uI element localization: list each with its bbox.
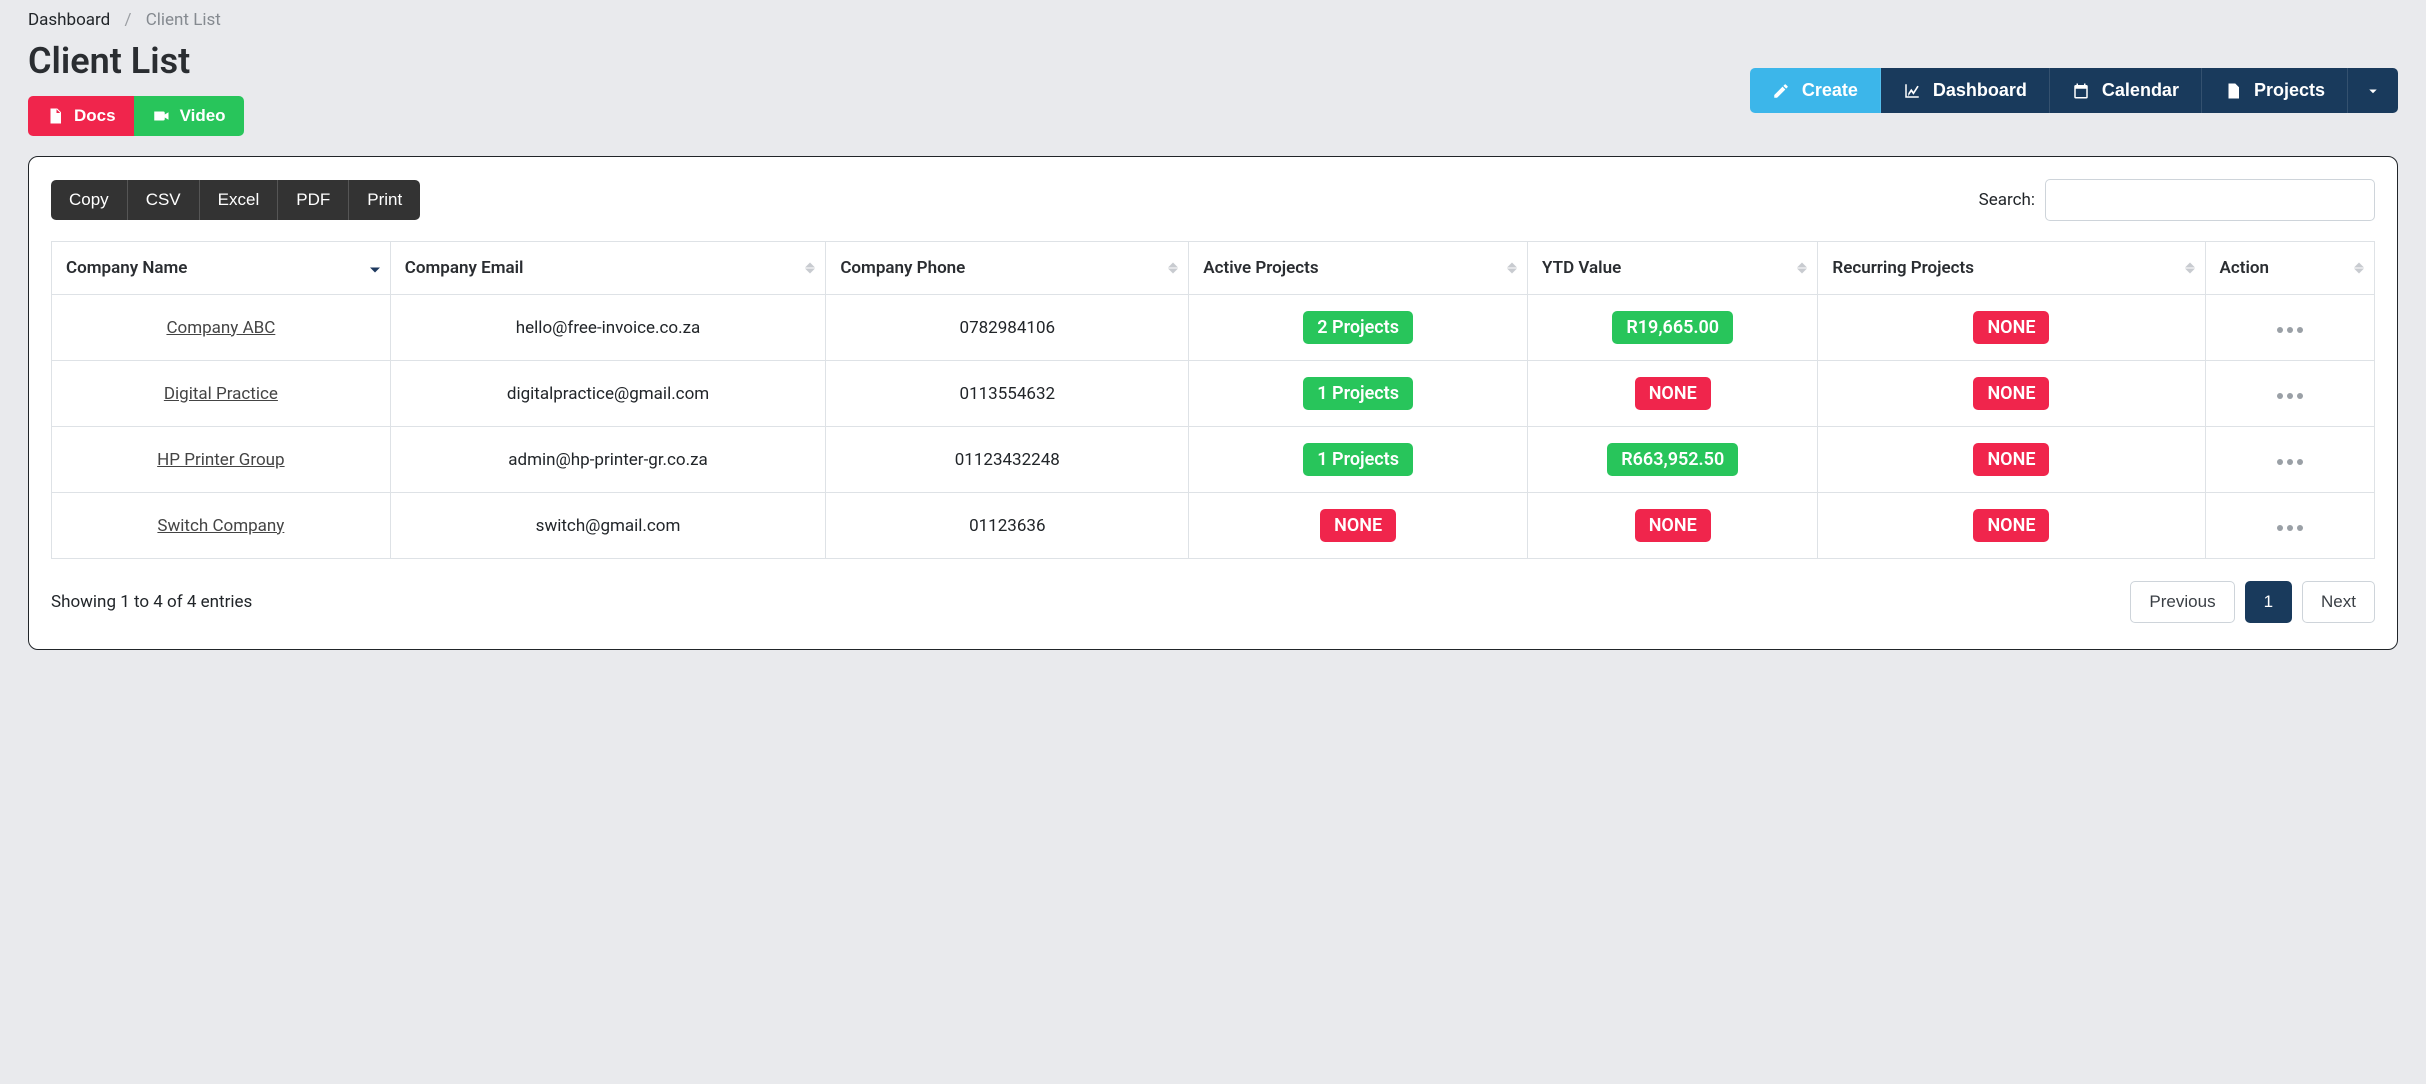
status-badge: NONE (1635, 377, 1711, 410)
table-row: HP Printer Group admin@hp-printer-gr.co.z… (52, 427, 2375, 493)
video-button[interactable]: Video (134, 96, 244, 136)
export-csv-button[interactable]: CSV (128, 180, 200, 220)
breadcrumb: Dashboard / Client List (0, 0, 2426, 38)
column-header-company-name[interactable]: Company Name (52, 242, 391, 295)
company-link[interactable]: Company ABC (166, 318, 275, 338)
status-badge: NONE (1973, 509, 2049, 542)
projects-button[interactable]: Projects (2202, 68, 2348, 113)
video-camera-icon (152, 107, 170, 125)
calendar-button[interactable]: Calendar (2050, 68, 2202, 113)
column-header-company-email[interactable]: Company Email (390, 242, 826, 295)
status-badge: 1 Projects (1303, 443, 1413, 476)
breadcrumb-separator: / (124, 10, 131, 30)
client-list-card: CopyCSVExcelPDFPrint Search: Company Nam… (28, 156, 2398, 650)
table-row: Company ABC hello@free-invoice.co.za07829… (52, 295, 2375, 361)
status-badge: 1 Projects (1303, 377, 1413, 410)
edit-icon (1772, 82, 1790, 100)
sort-icon (2354, 263, 2364, 274)
column-header-active-projects[interactable]: Active Projects (1189, 242, 1528, 295)
company-phone-cell: 01123432248 (826, 427, 1189, 493)
status-badge: R19,665.00 (1612, 311, 1733, 344)
video-button-label: Video (180, 106, 226, 126)
company-link[interactable]: Switch Company (157, 516, 284, 536)
create-button[interactable]: Create (1750, 68, 1881, 113)
create-button-label: Create (1802, 80, 1858, 101)
company-email-cell: hello@free-invoice.co.za (390, 295, 826, 361)
status-badge: 2 Projects (1303, 311, 1413, 344)
column-header-company-phone[interactable]: Company Phone (826, 242, 1189, 295)
sort-asc-icon (370, 264, 380, 273)
status-badge: NONE (1973, 311, 2049, 344)
client-table: Company Name Company Email Company Phone… (51, 241, 2375, 559)
status-badge: R663,952.50 (1607, 443, 1738, 476)
company-phone-cell: 01123636 (826, 493, 1189, 559)
sort-icon (1507, 263, 1517, 274)
dashboard-button[interactable]: Dashboard (1881, 68, 2050, 113)
export-print-button[interactable]: Print (349, 180, 420, 220)
calendar-icon (2072, 82, 2090, 100)
table-row: Digital Practice digitalpractice@gmail.co… (52, 361, 2375, 427)
company-link[interactable]: HP Printer Group (157, 450, 284, 470)
more-dropdown-button[interactable] (2348, 68, 2398, 113)
row-actions-menu[interactable] (2277, 327, 2303, 333)
entries-summary: Showing 1 to 4 of 4 entries (51, 592, 252, 612)
status-badge: NONE (1973, 443, 2049, 476)
pagination-previous[interactable]: Previous (2130, 581, 2234, 623)
status-badge: NONE (1635, 509, 1711, 542)
breadcrumb-current: Client List (146, 10, 221, 30)
table-row: Switch Company switch@gmail.com01123636 NO… (52, 493, 2375, 559)
pagination-page-1[interactable]: 1 (2245, 581, 2292, 623)
status-badge: NONE (1973, 377, 2049, 410)
breadcrumb-root[interactable]: Dashboard (28, 10, 110, 30)
export-copy-button[interactable]: Copy (51, 180, 128, 220)
caret-down-icon (2364, 82, 2382, 100)
company-link[interactable]: Digital Practice (164, 384, 278, 404)
chart-line-icon (1903, 82, 1921, 100)
export-pdf-button[interactable]: PDF (278, 180, 349, 220)
search-input[interactable] (2045, 179, 2375, 221)
document-icon (46, 107, 64, 125)
company-phone-cell: 0113554632 (826, 361, 1189, 427)
column-header-action[interactable]: Action (2205, 242, 2374, 295)
company-email-cell: digitalpractice@gmail.com (390, 361, 826, 427)
calendar-button-label: Calendar (2102, 80, 2179, 101)
company-phone-cell: 0782984106 (826, 295, 1189, 361)
page-title: Client List (28, 40, 244, 82)
row-actions-menu[interactable] (2277, 459, 2303, 465)
projects-button-label: Projects (2254, 80, 2325, 101)
docs-button-label: Docs (74, 106, 116, 126)
sort-icon (2185, 263, 2195, 274)
docs-button[interactable]: Docs (28, 96, 134, 136)
sort-icon (1797, 263, 1807, 274)
sort-icon (805, 263, 815, 274)
search-label: Search: (1979, 190, 2035, 210)
export-excel-button[interactable]: Excel (200, 180, 279, 220)
company-email-cell: switch@gmail.com (390, 493, 826, 559)
export-button-group: CopyCSVExcelPDFPrint (51, 180, 420, 220)
row-actions-menu[interactable] (2277, 393, 2303, 399)
column-header-ytd-value[interactable]: YTD Value (1528, 242, 1818, 295)
file-icon (2224, 82, 2242, 100)
status-badge: NONE (1320, 509, 1396, 542)
sort-icon (1168, 263, 1178, 274)
company-email-cell: admin@hp-printer-gr.co.za (390, 427, 826, 493)
pagination-next[interactable]: Next (2302, 581, 2375, 623)
row-actions-menu[interactable] (2277, 525, 2303, 531)
dashboard-button-label: Dashboard (1933, 80, 2027, 101)
column-header-recurring-projects[interactable]: Recurring Projects (1818, 242, 2205, 295)
